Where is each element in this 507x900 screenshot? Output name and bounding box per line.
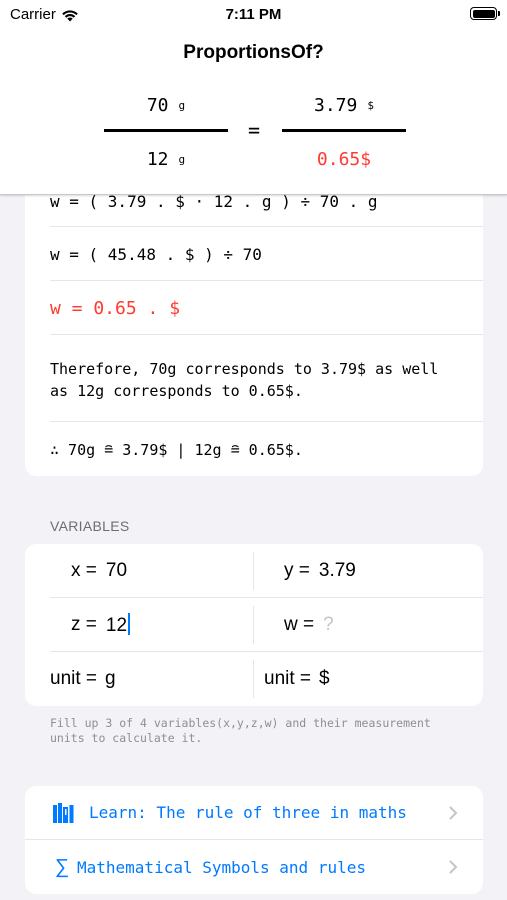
step-row-summary: ∴ 70g ≘ 3.79$ | 12g ≘ 0.65$. — [50, 422, 483, 476]
unit-left-input[interactable]: g — [105, 668, 165, 690]
status-time: 7:11 PM — [225, 6, 282, 23]
w-input[interactable]: ? — [323, 614, 383, 636]
text-cursor — [128, 613, 131, 635]
right-denominator-result: 0.65$ — [316, 149, 372, 170]
battery-icon — [470, 7, 500, 20]
symbols-link[interactable]: ∑ Mathematical Symbols and rules — [25, 840, 483, 894]
calculation-steps-card: w = ( 3.79 . $ · 12 . g ) ÷ 70 . g w = (… — [25, 160, 483, 476]
fraction-bar — [282, 129, 406, 132]
variables-section-label: VARIABLES — [50, 518, 130, 534]
header: Carrier 7:11 PM ProportionsOf? 70 g 12 g =… — [0, 0, 507, 195]
equals-sign: = — [247, 118, 261, 142]
summary-text: ∴ 70g ≘ 3.79$ | 12g ≘ 0.65$. — [50, 441, 303, 459]
step-text: w = ( 45.48 . $ ) ÷ 70 — [50, 245, 262, 264]
step-result-text: w = 0.65 . $ — [50, 298, 181, 319]
unit-left-field[interactable]: unit = g — [50, 652, 165, 706]
conclusion-text: Therefore, 70g corresponds to 3.79$ as w… — [50, 360, 439, 400]
chevron-right-icon — [449, 860, 458, 874]
z-label: z = — [71, 614, 97, 635]
w-field[interactable]: w = ? — [284, 598, 383, 652]
x-label: x = — [71, 560, 97, 581]
right-numerator: 3.79 $ — [314, 95, 374, 116]
x-field[interactable]: x = 70 — [71, 544, 166, 598]
left-denominator: 12 g — [146, 149, 186, 170]
y-label: y = — [284, 560, 310, 581]
links-card: Learn: The rule of three in maths ∑ Math… — [25, 786, 483, 894]
w-label: w = — [284, 614, 315, 635]
learn-link[interactable]: Learn: The rule of three in maths — [25, 786, 483, 840]
variables-row: unit = g unit = $ — [25, 652, 483, 706]
y-input[interactable]: 3.79 — [319, 560, 379, 582]
unit-right-label: unit = — [264, 668, 312, 689]
variables-card: x = 70 y = 3.79 z = 12 w = ? unit = g un… — [25, 544, 483, 706]
unit-right-field[interactable]: unit = $ — [264, 652, 379, 706]
step-row-result: w = 0.65 . $ — [50, 281, 483, 335]
z-input[interactable]: 12 — [106, 613, 166, 637]
variables-row: x = 70 y = 3.79 — [25, 544, 483, 598]
unit-left-label: unit = — [50, 668, 98, 689]
variables-row: z = 12 w = ? — [25, 598, 483, 652]
step-row: w = ( 45.48 . $ ) ÷ 70 — [50, 227, 483, 281]
z-field[interactable]: z = 12 — [71, 598, 166, 652]
x-input[interactable]: 70 — [106, 560, 166, 582]
unit-right-input[interactable]: $ — [319, 668, 379, 690]
step-row-conclusion: Therefore, 70g corresponds to 3.79$ as w… — [50, 335, 483, 422]
page-title: ProportionsOf? — [183, 42, 324, 63]
status-bar: Carrier 7:11 PM — [0, 0, 507, 30]
sigma-icon: ∑ — [54, 855, 70, 878]
symbols-link-label: Mathematical Symbols and rules — [77, 857, 366, 877]
instructions-hint: Fill up 3 of 4 variables(x,y,z,w) and th… — [50, 716, 431, 745]
y-field[interactable]: y = 3.79 — [284, 544, 379, 598]
books-icon — [51, 801, 77, 825]
fraction-bar — [104, 129, 228, 132]
learn-link-label: Learn: The rule of three in maths — [89, 803, 407, 822]
left-numerator: 70 g — [146, 95, 186, 116]
chevron-right-icon — [449, 806, 458, 820]
